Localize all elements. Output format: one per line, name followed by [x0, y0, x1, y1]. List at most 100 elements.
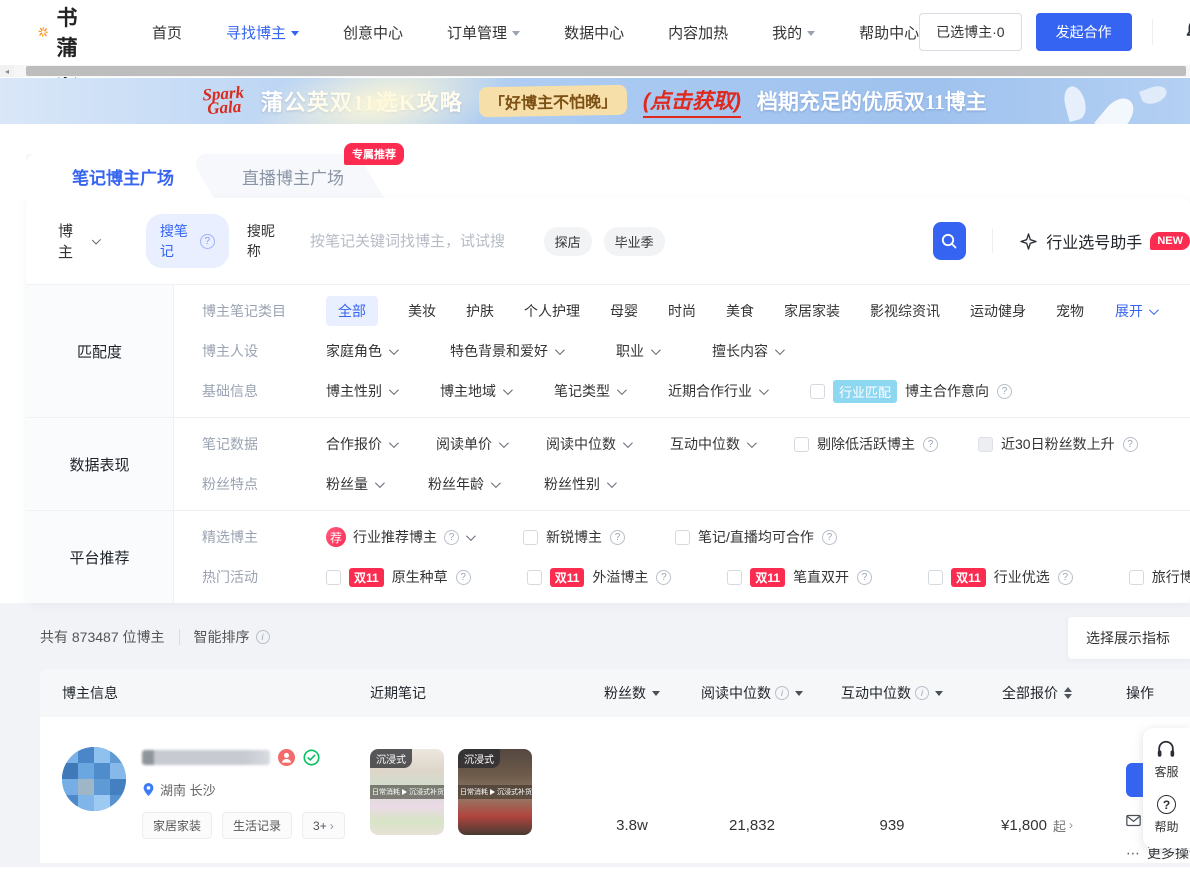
checkbox[interactable] — [527, 570, 542, 585]
banner-click-link[interactable]: (点击获取) — [643, 85, 741, 118]
checkbox[interactable] — [810, 384, 825, 399]
nav-help-center[interactable]: 帮助中心 — [859, 22, 919, 43]
hot-search-tag[interactable]: 毕业季 — [604, 227, 665, 256]
dropdown-read-median[interactable]: 阅读中位数 — [546, 434, 630, 454]
category-option[interactable]: 时尚 — [668, 301, 696, 321]
checkbox-d11-double-open[interactable]: 双11笔直双开 — [727, 567, 872, 587]
search-mode-nickname[interactable]: 搜昵称 — [247, 221, 284, 261]
checkbox[interactable] — [326, 570, 341, 585]
column-fans-sort[interactable]: 粉丝数 — [582, 683, 682, 703]
nav-data-center[interactable]: 数据中心 — [564, 22, 624, 43]
price-value[interactable]: ¥1,800 起 — [962, 747, 1112, 863]
help-icon[interactable] — [923, 437, 938, 452]
scope-dropdown[interactable]: 博主 — [58, 220, 98, 262]
category-option[interactable]: 宠物 — [1056, 301, 1084, 321]
nav-content-heating[interactable]: 内容加热 — [668, 22, 728, 43]
column-read-median-sort[interactable]: 阅读中位数 — [682, 683, 822, 703]
search-button[interactable] — [933, 222, 967, 260]
tab-note-blogger-plaza[interactable]: 笔记博主广场 — [26, 154, 214, 198]
dropdown-background-hobby[interactable]: 特色背景和爱好 — [450, 341, 562, 361]
promo-banner[interactable]: SparkGala 蒲公英双11选K攻略 「好博主不怕晚」 (点击获取) 档期充… — [0, 78, 1190, 124]
note-thumbnail[interactable]: 沉浸式 日常消耗沉浸式补货 — [370, 749, 444, 835]
checkbox[interactable] — [978, 437, 993, 452]
dropdown-region[interactable]: 博主地域 — [440, 381, 510, 401]
category-option[interactable]: 护肤 — [466, 301, 494, 321]
checkbox[interactable] — [1129, 570, 1144, 585]
checkbox-d11-native[interactable]: 双11原生种草 — [326, 567, 471, 587]
help-icon[interactable] — [656, 570, 671, 585]
scroll-left-arrow-icon[interactable] — [0, 65, 14, 77]
checkbox-remove-inactive[interactable]: 剔除低活跃博主 — [794, 434, 938, 454]
help-icon[interactable] — [857, 570, 872, 585]
avatar[interactable] — [62, 747, 126, 811]
column-price-sort[interactable]: 全部报价 — [962, 683, 1112, 703]
tag-more[interactable]: 3+ — [302, 812, 345, 839]
checkbox[interactable] — [928, 570, 943, 585]
dropdown-industry-recommended[interactable]: 荐 行业推荐博主 — [326, 527, 473, 547]
horizontal-scrollbar[interactable] — [0, 64, 1190, 78]
checkbox-d11-industry-select[interactable]: 双11行业优选 — [928, 567, 1073, 587]
search-mode-note[interactable]: 搜笔记 — [146, 214, 229, 268]
help-icon[interactable] — [822, 530, 837, 545]
category-option[interactable]: 运动健身 — [970, 301, 1026, 321]
dropdown-content-specialty[interactable]: 擅长内容 — [712, 341, 782, 361]
dropdown-gender[interactable]: 博主性别 — [326, 381, 396, 401]
info-icon[interactable] — [256, 630, 270, 644]
checkbox-d11-overflow[interactable]: 双11外溢博主 — [527, 567, 672, 587]
help-icon[interactable] — [456, 570, 471, 585]
dropdown-engage-median[interactable]: 互动中位数 — [670, 434, 754, 454]
category-option[interactable]: 个人护理 — [524, 301, 580, 321]
category-option[interactable]: 美妆 — [408, 301, 436, 321]
checkbox[interactable] — [675, 530, 690, 545]
nav-home[interactable]: 首页 — [152, 22, 182, 43]
dropdown-occupation[interactable]: 职业 — [616, 341, 658, 361]
help-icon[interactable] — [444, 530, 459, 545]
column-engage-median-sort[interactable]: 互动中位数 — [822, 683, 962, 703]
help-icon[interactable] — [610, 530, 625, 545]
dropdown-read-unit-price[interactable]: 阅读单价 — [436, 434, 506, 454]
checkbox[interactable] — [727, 570, 742, 585]
category-option[interactable]: 美食 — [726, 301, 754, 321]
category-all[interactable]: 全部 — [326, 296, 378, 326]
dropdown-fans-gender[interactable]: 粉丝性别 — [544, 474, 614, 494]
category-option[interactable]: 家居家装 — [784, 301, 840, 321]
notification-bell[interactable]: 99+ — [1183, 17, 1190, 48]
industry-assistant-link[interactable]: 行业选号助手 NEW — [992, 229, 1190, 253]
info-icon[interactable] — [915, 686, 929, 700]
checkbox-rising-blogger[interactable]: 新锐博主 — [523, 527, 625, 547]
checkbox-fans-rising[interactable]: 近30日粉丝数上升 — [978, 434, 1138, 454]
blurred-blogger-name[interactable] — [142, 750, 270, 765]
nav-order-management[interactable]: 订单管理 — [447, 22, 520, 43]
smart-sort-dropdown[interactable]: 智能排序 — [194, 627, 270, 647]
selected-bloggers-button[interactable]: 已选博主·0 — [919, 13, 1021, 51]
checkbox[interactable] — [794, 437, 809, 452]
help-icon[interactable] — [1058, 570, 1073, 585]
help-icon[interactable] — [1123, 437, 1138, 452]
scrollbar-track[interactable] — [14, 65, 1190, 77]
nav-find-bloggers[interactable]: 寻找博主 — [226, 22, 299, 43]
start-cooperation-button[interactable]: 发起合作 — [1036, 13, 1132, 51]
help-icon[interactable] — [200, 234, 215, 249]
select-metrics-button[interactable]: 选择展示指标 — [1068, 617, 1190, 659]
info-icon[interactable] — [775, 686, 789, 700]
checkbox-travel-blogger[interactable]: 旅行博主 — [1129, 567, 1190, 587]
dropdown-family-role[interactable]: 家庭角色 — [326, 341, 396, 361]
checkbox[interactable] — [523, 530, 538, 545]
category-option[interactable]: 母婴 — [610, 301, 638, 321]
checkbox-note-live-both[interactable]: 笔记/直播均可合作 — [675, 527, 837, 547]
dropdown-fans-count[interactable]: 粉丝量 — [326, 474, 382, 494]
search-input[interactable] — [310, 233, 532, 250]
checkbox-industry-match[interactable]: 行业匹配 博主合作意向 — [810, 380, 1012, 403]
hot-search-tag[interactable]: 探店 — [544, 227, 592, 256]
category-option[interactable]: 影视综资讯 — [870, 301, 940, 321]
dropdown-recent-industry[interactable]: 近期合作行业 — [668, 381, 766, 401]
dropdown-coop-price[interactable]: 合作报价 — [326, 434, 396, 454]
scrollbar-thumb[interactable] — [26, 66, 1186, 76]
note-thumbnail[interactable]: 沉浸式 日常消耗沉浸式补货 — [458, 749, 532, 835]
dropdown-note-type[interactable]: 笔记类型 — [554, 381, 624, 401]
expand-button[interactable]: 展开 — [1115, 301, 1156, 321]
dropdown-fans-age[interactable]: 粉丝年龄 — [428, 474, 498, 494]
nav-mine[interactable]: 我的 — [772, 22, 815, 43]
help-icon[interactable] — [997, 384, 1012, 399]
help-button[interactable]: 帮助 — [1154, 795, 1178, 835]
